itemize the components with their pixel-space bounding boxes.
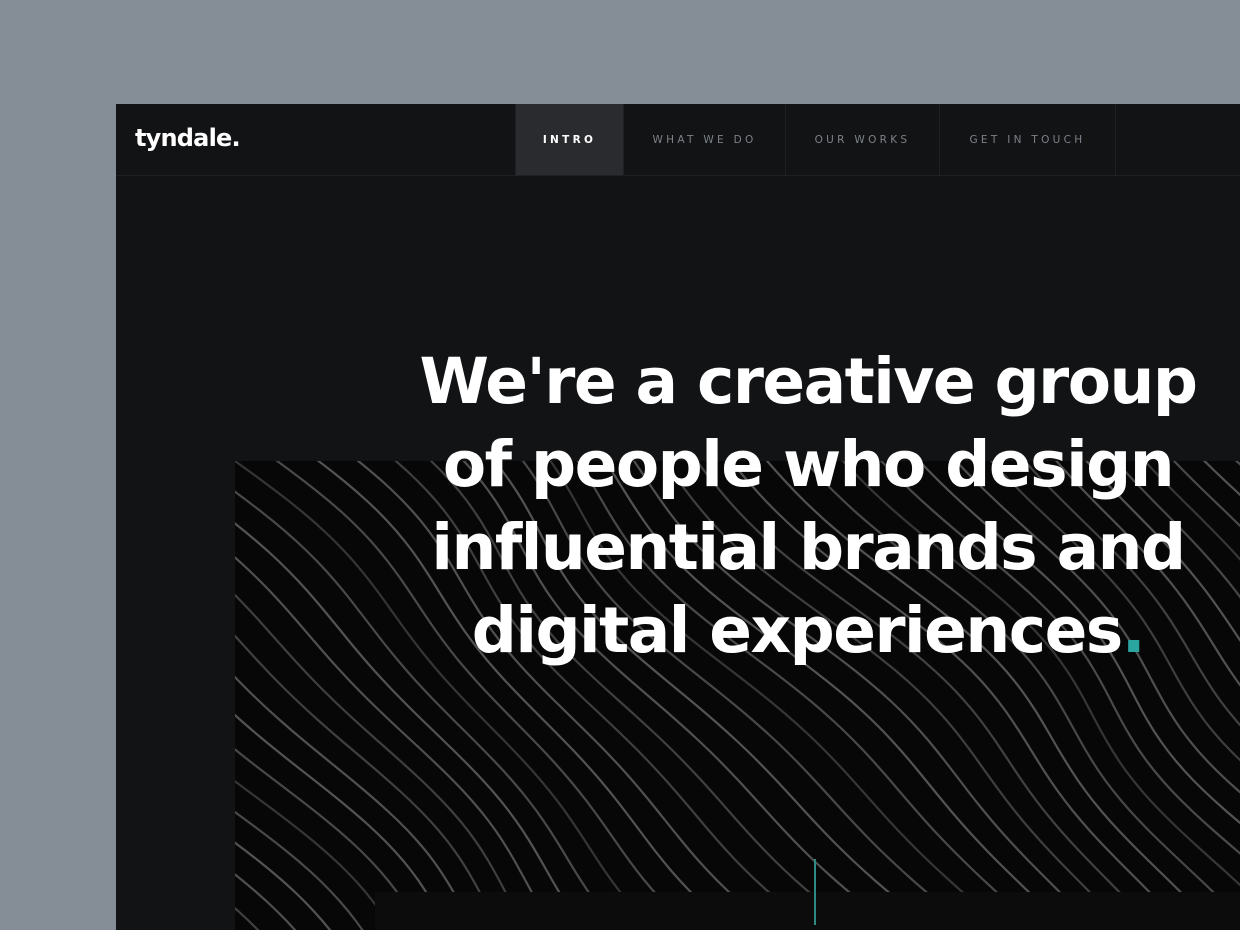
wave-line [1234,461,1240,466]
website-frame: tyndale. INTRO WHAT WE DO OUR WORKS GET … [116,104,1240,930]
hero-headline: We're a creative group of people who des… [418,340,1198,672]
scroll-indicator-line [814,859,816,925]
nav-item-what-we-do[interactable]: WHAT WE DO [624,104,786,175]
logo[interactable]: tyndale. [135,124,241,152]
nav-item-intro[interactable]: INTRO [516,104,624,175]
accent-dot: . [1121,594,1146,667]
headline-line: We're a creative group [419,345,1198,418]
wave-line [235,779,395,930]
hero-bottom-band [375,892,1240,930]
site-header: tyndale. INTRO WHAT WE DO OUR WORKS GET … [116,104,1240,176]
headline-line-last: digital experiences. [418,589,1198,672]
headline-line: of people who design [442,428,1175,501]
nav-item-our-works[interactable]: OUR WORKS [786,104,940,175]
headline-line: influential brands and [431,511,1186,584]
nav-item-get-in-touch[interactable]: GET IN TOUCH [940,104,1116,175]
main-nav: INTRO WHAT WE DO OUR WORKS GET IN TOUCH [515,104,1116,175]
headline-line-text: digital experiences [471,594,1124,667]
